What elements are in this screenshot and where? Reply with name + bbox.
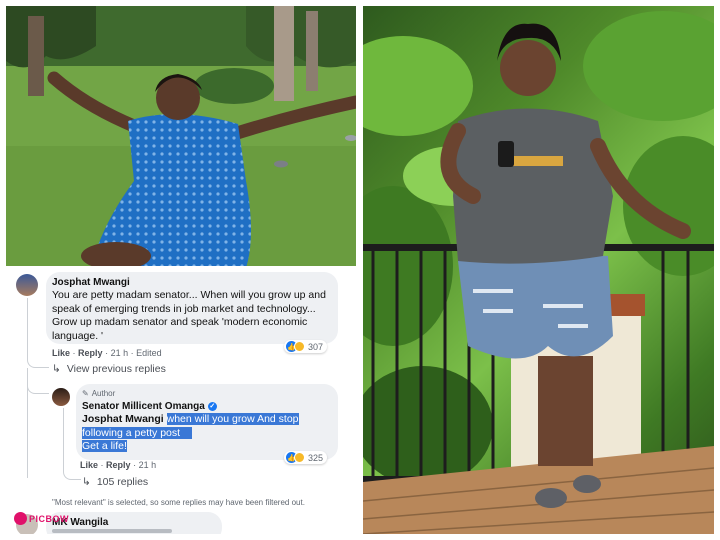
thread-connector xyxy=(27,376,49,394)
reaction-summary[interactable]: 👍 307 xyxy=(284,340,328,353)
reply-bubble: ✎ Author Senator Millicent Omanga ✓ Josp… xyxy=(76,384,338,460)
view-replies-link[interactable]: ↳ 105 replies xyxy=(82,476,148,488)
author-avatar[interactable] xyxy=(52,388,70,406)
author-badge-icon: ✎ xyxy=(82,389,89,398)
photo-woman-on-lawn xyxy=(6,6,356,266)
filter-notice: "Most relevant" is selected, so some rep… xyxy=(52,498,305,507)
commenter-avatar[interactable] xyxy=(16,274,38,296)
highlighted-text: following a petty post xyxy=(82,426,181,439)
verified-badge-icon: ✓ xyxy=(207,402,217,411)
reply-timestamp[interactable]: 21 h xyxy=(139,460,157,470)
reaction-count: 325 xyxy=(308,452,324,463)
reply-author-link[interactable]: Senator Millicent Omanga xyxy=(82,401,205,412)
author-badge: ✎ Author xyxy=(82,389,115,398)
edited-label[interactable]: Edited xyxy=(136,348,162,358)
reaction-count: 307 xyxy=(308,341,324,352)
thread-connector xyxy=(63,408,81,480)
facebook-comments-panel: Josphat Mwangi You are petty madam senat… xyxy=(6,270,356,534)
comment-author-name[interactable]: Josphat Mwangi xyxy=(52,277,130,288)
lawn-scene-illustration xyxy=(6,6,356,266)
comment-text: You are petty madam senator... When will… xyxy=(52,289,326,342)
dot-separator: · xyxy=(130,348,134,358)
view-previous-label: View previous replies xyxy=(66,363,166,375)
reply-arrow-icon: ↳ xyxy=(82,476,91,488)
reply-text-line-1: Josphat Mwangi when will you grow And st… xyxy=(82,413,334,427)
reply-link[interactable]: Reply xyxy=(106,460,131,470)
reaction-summary[interactable]: 👍 325 xyxy=(284,451,328,464)
haha-reaction-icon xyxy=(294,341,305,352)
garden-deck-scene-illustration xyxy=(363,11,714,534)
dot-separator: · xyxy=(72,348,76,358)
dot-separator: · xyxy=(133,460,137,470)
haha-reaction-icon xyxy=(294,452,305,463)
reply-text: Josphat Mwangi when will you grow And st… xyxy=(82,413,334,454)
highlighted-text: when will you grow And stop xyxy=(166,413,299,425)
replies-count-label: 105 replies xyxy=(96,476,149,488)
view-previous-replies-link[interactable]: ↳ View previous replies xyxy=(52,363,166,375)
thread-connector xyxy=(27,298,49,368)
reply-author-name: Senator Millicent Omanga ✓ xyxy=(82,401,217,412)
dot-separator: · xyxy=(105,348,109,358)
reply-link[interactable]: Reply xyxy=(78,348,103,358)
photo-woman-on-deck xyxy=(363,6,714,534)
reply-text-line-2: following a petty post xyxy=(82,426,334,441)
comment-text-cutoff xyxy=(52,529,172,533)
like-link[interactable]: Like xyxy=(80,460,98,470)
comment-bubble: Josphat Mwangi You are petty madam senat… xyxy=(46,272,338,344)
reply-arrow-icon: ↳ xyxy=(52,363,61,375)
dot-separator: · xyxy=(100,460,104,470)
comment-timestamp[interactable]: 21 h xyxy=(111,348,129,358)
mention-link[interactable]: Josphat Mwangi xyxy=(82,413,164,425)
highlighted-text: Get a life! xyxy=(82,440,127,452)
reply-actions: Like · Reply · 21 h xyxy=(80,460,156,470)
like-link[interactable]: Like xyxy=(52,348,70,358)
watermark-circle-icon xyxy=(14,512,27,525)
comment-actions: Like · Reply · 21 h · Edited xyxy=(52,348,162,358)
author-badge-label: Author xyxy=(91,389,116,398)
highlighted-space xyxy=(180,426,192,439)
comment-bubble: MK Wangila xyxy=(46,512,222,534)
watermark-logo: PICBOW xyxy=(14,512,69,525)
watermark-text: PICBOW xyxy=(29,513,69,524)
